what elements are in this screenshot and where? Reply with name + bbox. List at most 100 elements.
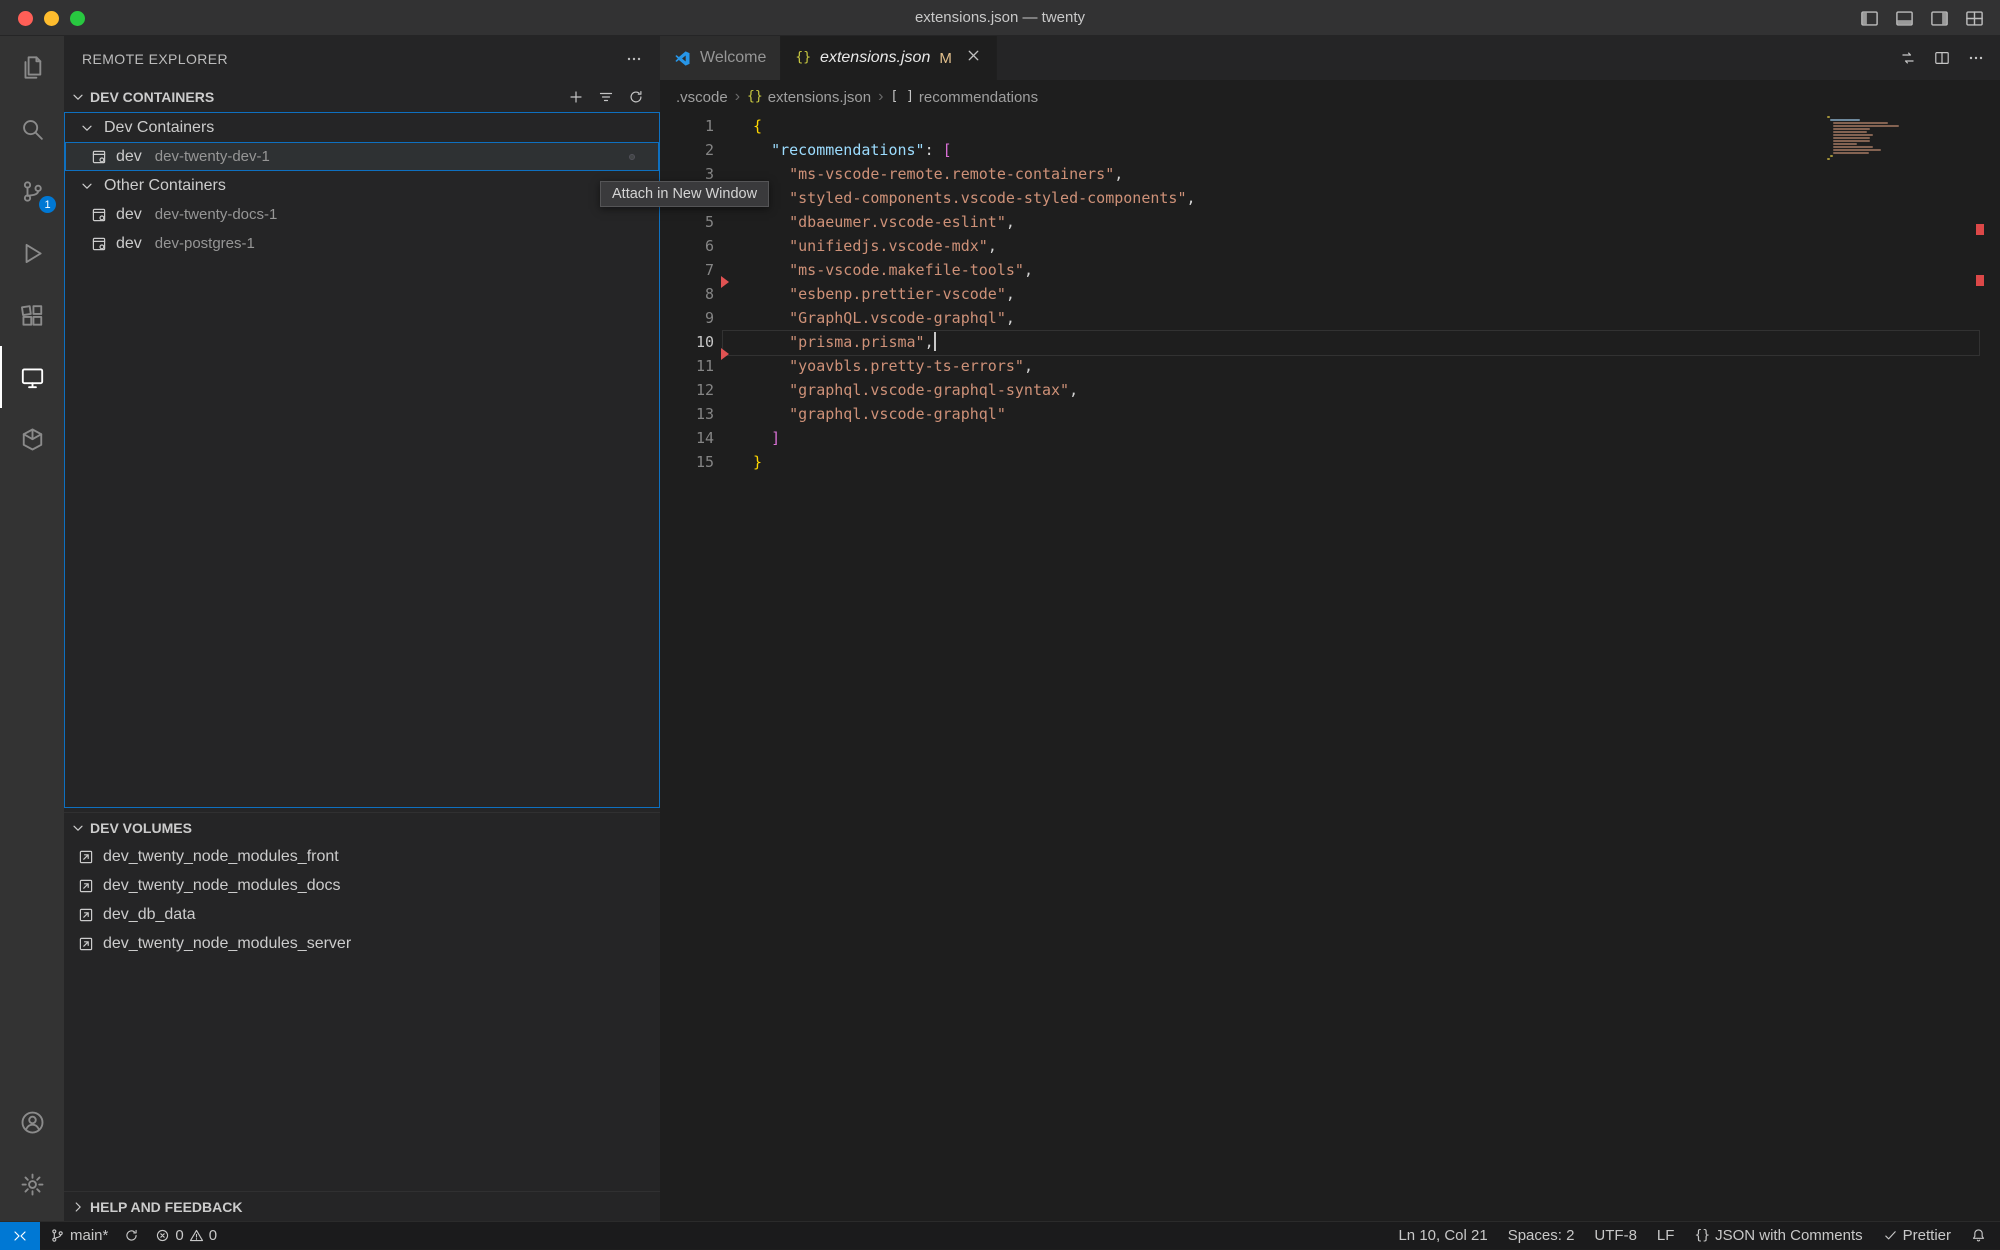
attach-current-window-button[interactable] bbox=[617, 155, 621, 159]
split-editor-icon[interactable] bbox=[1934, 50, 1950, 66]
volume-item-dev-twenty-node-modules-front[interactable]: dev_twenty_node_modules_front bbox=[64, 842, 660, 871]
error-count: 0 bbox=[175, 1227, 183, 1244]
eol-status[interactable]: LF bbox=[1657, 1227, 1675, 1244]
tab-welcome[interactable]: Welcome bbox=[660, 36, 781, 80]
code-line-11[interactable]: 11 "yoavbls.pretty-ts-errors", bbox=[660, 354, 2000, 378]
container-item-dev-postgres-1[interactable]: devdev-postgres-1 bbox=[65, 229, 659, 258]
activity-bar-item-accounts[interactable] bbox=[0, 1091, 64, 1153]
code-line-6[interactable]: 6 "unifiedjs.vscode-mdx", bbox=[660, 234, 2000, 258]
tab-bar: Welcome {}extensions.jsonM bbox=[660, 36, 2000, 80]
line-number: 13 bbox=[660, 402, 714, 426]
container-description: dev-twenty-docs-1 bbox=[155, 206, 278, 223]
tree-group-other-containers[interactable]: Other Containers bbox=[65, 171, 659, 200]
code-line-15[interactable]: 15} bbox=[660, 450, 2000, 474]
minimap-line bbox=[1833, 137, 1871, 139]
warning-icon bbox=[189, 1228, 204, 1243]
line-number: 12 bbox=[660, 378, 714, 402]
code-line-5[interactable]: 5 "dbaeumer.vscode-eslint", bbox=[660, 210, 2000, 234]
breadcrumb-label: recommendations bbox=[919, 89, 1038, 106]
tab-label: Welcome bbox=[700, 49, 766, 67]
tree-group-dev-containers[interactable]: Dev Containers bbox=[65, 113, 659, 142]
volume-item-dev-db-data[interactable]: dev_db_data bbox=[64, 900, 660, 929]
breadcrumb-item--vscode[interactable]: .vscode bbox=[676, 89, 728, 106]
sidebar-title: REMOTE EXPLORER bbox=[82, 51, 228, 67]
filter-icon[interactable] bbox=[598, 89, 614, 105]
minimize-window-button[interactable] bbox=[44, 11, 59, 26]
branch-status[interactable]: main* bbox=[50, 1227, 108, 1244]
problems-status[interactable]: 0 0 bbox=[155, 1227, 217, 1244]
vscode-icon bbox=[674, 50, 691, 67]
code-line-13[interactable]: 13 "graphql.vscode-graphql" bbox=[660, 402, 2000, 426]
section-label: DEV VOLUMES bbox=[90, 820, 192, 836]
add-icon[interactable] bbox=[568, 89, 584, 105]
volume-item-dev-twenty-node-modules-server[interactable]: dev_twenty_node_modules_server bbox=[64, 929, 660, 958]
code-line-10[interactable]: 10 "prisma.prisma", bbox=[660, 330, 2000, 354]
code-editor[interactable]: 1{2 "recommendations": [3 "ms-vscode-rem… bbox=[660, 114, 2000, 1221]
activity-bar-item-extensions[interactable] bbox=[0, 284, 64, 346]
code-line-4[interactable]: 4 "styled-components.vscode-styled-compo… bbox=[660, 186, 2000, 210]
tab-extensions-json[interactable]: {}extensions.jsonM bbox=[781, 36, 996, 80]
volume-item-dev-twenty-node-modules-docs[interactable]: dev_twenty_node_modules_docs bbox=[64, 871, 660, 900]
container-item-dev-twenty-docs-1[interactable]: devdev-twenty-docs-1 bbox=[65, 200, 659, 229]
sync-button[interactable] bbox=[124, 1228, 139, 1243]
indentation-status[interactable]: Spaces: 2 bbox=[1508, 1227, 1575, 1244]
open-changes-icon[interactable] bbox=[1900, 50, 1916, 66]
section-help-and-feedback[interactable]: HELP AND FEEDBACK bbox=[64, 1191, 660, 1221]
overview-ruler-mark bbox=[1976, 224, 1984, 235]
line-content: "dbaeumer.vscode-eslint", bbox=[753, 210, 2000, 234]
activity-bar-item-search[interactable] bbox=[0, 98, 64, 160]
notifications-button[interactable] bbox=[1971, 1228, 1986, 1243]
section-dev-volumes[interactable]: DEV VOLUMES bbox=[64, 812, 660, 842]
activity-bar-item-source-control[interactable]: 1 bbox=[0, 160, 64, 222]
code-line-1[interactable]: 1{ bbox=[660, 114, 2000, 138]
line-content: "unifiedjs.vscode-mdx", bbox=[753, 234, 2000, 258]
activity-bar: 1 bbox=[0, 36, 64, 1221]
more-icon[interactable] bbox=[1968, 50, 1984, 66]
minimap-line bbox=[1830, 119, 1860, 121]
close-window-button[interactable] bbox=[18, 11, 33, 26]
minimap-line bbox=[1833, 122, 1889, 124]
activity-bar-item-containers[interactable] bbox=[0, 408, 64, 470]
close-tab-button[interactable] bbox=[965, 47, 982, 69]
line-content: { bbox=[753, 114, 2000, 138]
language-mode-status[interactable]: {} JSON with Comments bbox=[1694, 1227, 1862, 1244]
breadcrumb-item-recommendations[interactable]: [ ]recommendations bbox=[890, 89, 1038, 106]
toggle-secondary-sidebar-icon[interactable] bbox=[1930, 9, 1949, 28]
container-item-dev-twenty-dev-1[interactable]: devdev-twenty-dev-1 bbox=[65, 142, 659, 171]
code-line-14[interactable]: 14 ] bbox=[660, 426, 2000, 450]
overview-ruler-mark bbox=[1976, 275, 1984, 286]
activity-bar-item-settings[interactable] bbox=[0, 1153, 64, 1215]
close-button[interactable] bbox=[643, 155, 647, 159]
minimap[interactable] bbox=[1827, 116, 1897, 161]
breadcrumb-item-extensions-json[interactable]: {}extensions.json bbox=[747, 89, 871, 106]
encoding-status[interactable]: UTF-8 bbox=[1594, 1227, 1637, 1244]
breadcrumb-label: .vscode bbox=[676, 89, 728, 106]
code-line-8[interactable]: 8 "esbenp.prettier-vscode", bbox=[660, 282, 2000, 306]
refresh-icon[interactable] bbox=[628, 89, 644, 105]
more-actions-icon[interactable] bbox=[626, 51, 642, 67]
gutter bbox=[714, 306, 753, 330]
formatter-status[interactable]: Prettier bbox=[1883, 1227, 1951, 1244]
remote-indicator[interactable] bbox=[0, 1222, 40, 1250]
activity-bar-item-run-debug[interactable] bbox=[0, 222, 64, 284]
section-dev-containers[interactable]: DEV CONTAINERS bbox=[64, 82, 660, 112]
dev-volumes-list: dev_twenty_node_modules_frontdev_twenty_… bbox=[64, 842, 660, 958]
window-title: extensions.json — twenty bbox=[0, 9, 2000, 26]
code-line-9[interactable]: 9 "GraphQL.vscode-graphql", bbox=[660, 306, 2000, 330]
editor-group: Welcome{}extensions.jsonM .vscode›{}exte… bbox=[660, 36, 2000, 1221]
title-bar: extensions.json — twenty bbox=[0, 0, 2000, 36]
activity-bar-item-explorer[interactable] bbox=[0, 36, 64, 98]
code-line-12[interactable]: 12 "graphql.vscode-graphql-syntax", bbox=[660, 378, 2000, 402]
code-line-2[interactable]: 2 "recommendations": [ bbox=[660, 138, 2000, 162]
activity-bar-item-remote-explorer[interactable] bbox=[0, 346, 64, 408]
code-line-3[interactable]: 3 "ms-vscode-remote.remote-containers", bbox=[660, 162, 2000, 186]
cursor-position-status[interactable]: Ln 10, Col 21 bbox=[1398, 1227, 1487, 1244]
customize-layout-icon[interactable] bbox=[1965, 9, 1984, 28]
attach-new-window-button[interactable] bbox=[630, 155, 634, 159]
toggle-primary-sidebar-icon[interactable] bbox=[1860, 9, 1879, 28]
toggle-panel-icon[interactable] bbox=[1895, 9, 1914, 28]
workbench: 1 REMOTE EXPLORER DEV CONTAINERS Dev Con… bbox=[0, 36, 2000, 1221]
volume-name: dev_db_data bbox=[103, 906, 196, 924]
code-line-7[interactable]: 7 "ms-vscode.makefile-tools", bbox=[660, 258, 2000, 282]
zoom-window-button[interactable] bbox=[70, 11, 85, 26]
